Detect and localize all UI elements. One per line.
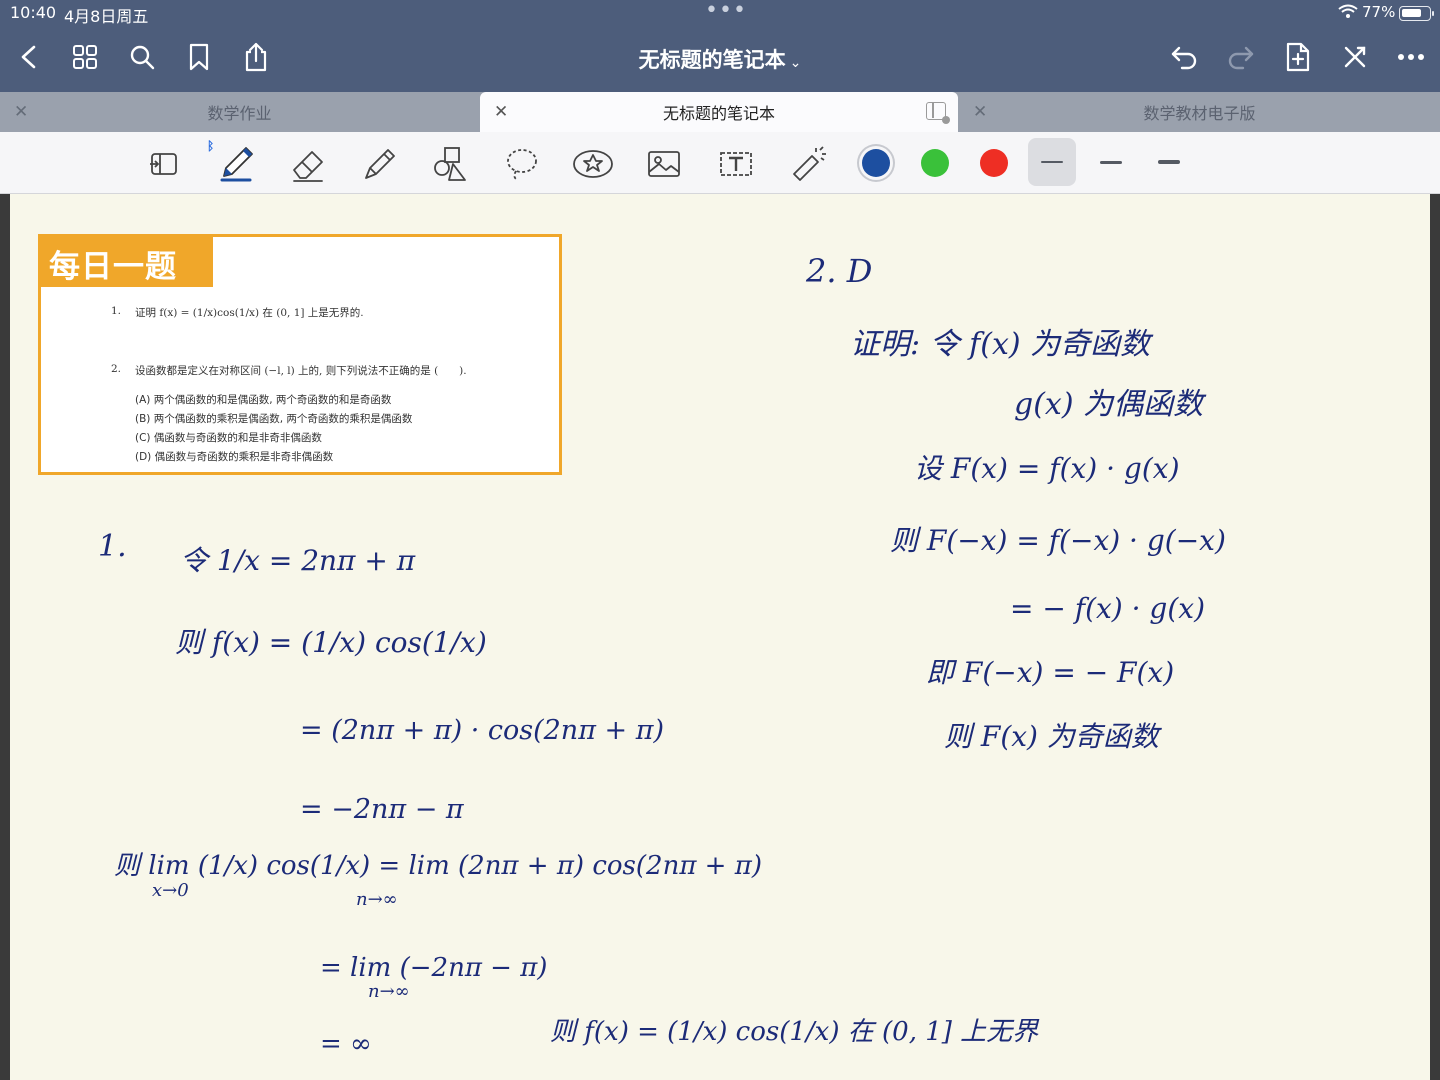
bookmark-icon[interactable] (182, 40, 216, 74)
hw-line: = lim (−2nπ − π) (320, 953, 547, 983)
redo-icon[interactable] (1224, 40, 1258, 74)
undo-icon[interactable] (1167, 40, 1201, 74)
stroke-width-medium-button[interactable] (1087, 138, 1135, 186)
close-icon[interactable]: ✕ (494, 102, 508, 122)
hw-line: = (2nπ + π) · cos(2nπ + π) (300, 715, 664, 746)
tool-bar: ᛒ (0, 132, 1440, 194)
tab-math-textbook[interactable]: ✕ 数学教材电子版 (959, 92, 1440, 132)
hw-line: 令 1/x = 2nπ + π (180, 544, 416, 577)
color-green-button[interactable] (921, 149, 949, 177)
handwriting-layer: 1. 令 1/x = 2nπ + π 则 f(x) = (1/x) cos(1/… (98, 252, 1226, 1059)
pen-slash-icon[interactable] (1338, 40, 1372, 74)
color-red-button[interactable] (980, 149, 1008, 177)
color-blue-button[interactable] (862, 149, 890, 177)
tab-label: 无标题的笔记本 (662, 104, 775, 123)
pen-tool-icon[interactable] (214, 142, 258, 186)
hw-line: n→∞ (368, 981, 410, 1002)
left-solution: 1. 令 1/x = 2nπ + π 则 f(x) = (1/x) cos(1/… (98, 529, 1040, 1059)
hw-line: = −2nπ − π (300, 794, 465, 825)
reading-mode-icon[interactable] (142, 142, 186, 186)
wifi-icon (1338, 4, 1358, 23)
hw-line: 2. D (805, 252, 872, 290)
hw-line: 则 f(x) = (1/x) cos(1/x) 在 (0, 1] 上无界 (550, 1017, 1040, 1047)
hw-line: 即 F(−x) = − F(x) (926, 656, 1174, 689)
hw-line: 则 f(x) = (1/x) cos(1/x) (175, 626, 487, 659)
document-title-text: 无标题的笔记本 (638, 48, 786, 72)
hw-line: x→0 (152, 880, 189, 901)
share-icon[interactable] (239, 40, 273, 74)
more-icon[interactable] (1394, 40, 1428, 74)
right-solution: 2. D 证明: 令 f(x) 为奇函数 g(x) 为偶函数 设 F(x) = … (805, 252, 1226, 753)
multitasking-dots-icon[interactable]: ••• (705, 0, 747, 23)
hw-line: = − f(x) · g(x) (1010, 592, 1205, 625)
close-icon[interactable]: ✕ (14, 102, 28, 122)
hw-line: 则 F(−x) = f(−x) · g(−x) (890, 524, 1226, 557)
battery-percentage: 77% (1362, 3, 1396, 21)
image-icon[interactable] (642, 142, 686, 186)
tab-math-homework[interactable]: ✕ 数学作业 (0, 92, 479, 132)
grid-view-icon[interactable] (68, 40, 102, 74)
add-page-icon[interactable] (1281, 40, 1315, 74)
status-date: 4月8日周五 (64, 7, 149, 26)
hw-line: 1. (98, 529, 127, 564)
top-bar: 10:40 4月8日周五 ••• 77% 无标题的笔记本 ⌄ (0, 0, 1440, 92)
stroke-width-thin-button[interactable] (1028, 138, 1076, 186)
eraser-icon[interactable] (286, 142, 330, 186)
chevron-down-icon: ⌄ (789, 55, 802, 71)
sticker-icon[interactable] (571, 142, 615, 186)
split-view-icon[interactable] (926, 102, 950, 124)
search-icon[interactable] (125, 40, 159, 74)
highlighter-icon[interactable] (358, 142, 402, 186)
hw-line: 证明: 令 f(x) 为奇函数 (850, 327, 1154, 362)
hw-line: 则 lim (1/x) cos(1/x) = lim (2nπ + π) cos… (114, 851, 762, 881)
text-box-icon[interactable] (714, 142, 758, 186)
laser-pointer-icon[interactable] (786, 142, 830, 186)
battery-icon (1399, 6, 1434, 21)
status-time: 10:40 (10, 3, 57, 22)
hw-line: 则 F(x) 为奇函数 (944, 720, 1163, 753)
stroke-width-thick-button[interactable] (1145, 138, 1193, 186)
hw-line: = ∞ (320, 1029, 372, 1059)
tab-untitled-notebook[interactable]: ✕ 无标题的笔记本 (480, 92, 958, 132)
close-icon[interactable]: ✕ (973, 102, 987, 122)
document-title[interactable]: 无标题的笔记本 ⌄ (560, 44, 880, 74)
hw-line: g(x) 为偶函数 (1014, 387, 1207, 422)
tab-label: 数学教材电子版 (1143, 104, 1256, 123)
hw-line: n→∞ (356, 889, 398, 910)
tab-label: 数学作业 (207, 104, 272, 123)
lasso-icon[interactable] (500, 142, 544, 186)
hw-line: 设 F(x) = f(x) · g(x) (914, 452, 1180, 485)
back-icon[interactable] (12, 40, 46, 74)
notebook-page[interactable]: 每日一题 1. 证明 f(x) = (1/x)cos(1/x) 在 (0, 1]… (10, 194, 1430, 1080)
shapes-icon[interactable] (429, 142, 473, 186)
tab-bar: ✕ 数学作业 ✕ 无标题的笔记本 ✕ 数学教材电子版 (0, 92, 1440, 132)
